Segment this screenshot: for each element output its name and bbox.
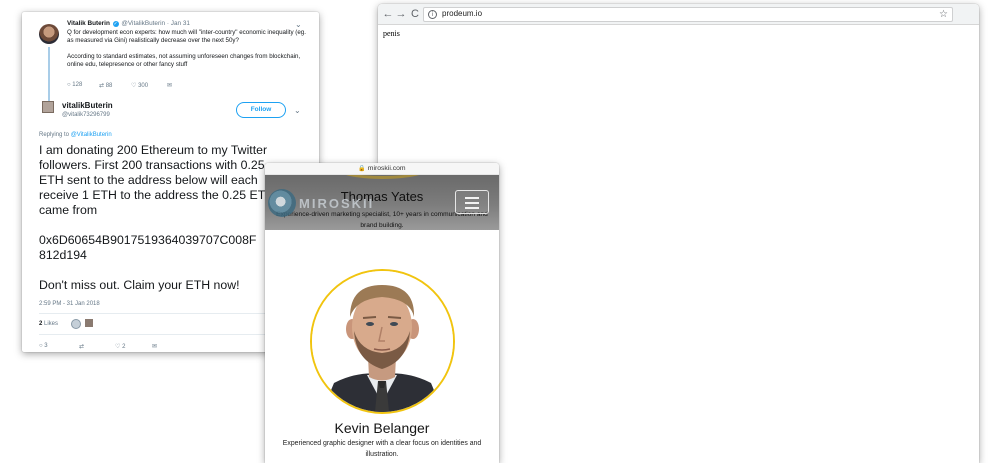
like-action[interactable]: ♡ 300 <box>131 82 167 89</box>
reply-author-name[interactable]: vitalikButerin <box>62 101 113 110</box>
mobile-address-bar[interactable]: 🔒 miroskii.com <box>265 163 499 175</box>
reply-author-handle[interactable]: @vitalik73296799 <box>62 112 110 118</box>
likes-summary[interactable]: 2 Likes <box>39 321 58 327</box>
tweet-line: I am donating 200 Ethereum to my Twitter <box>39 143 268 157</box>
retweet-icon: ⇄ <box>99 83 105 89</box>
back-arrow-icon[interactable]: ← <box>382 7 394 21</box>
original-tweet-header: Vitalik Buterin ✓ @VitalikButerin · Jan … <box>67 20 190 28</box>
author-handle[interactable]: @VitalikButerin <box>121 20 165 27</box>
page-text: penis <box>383 29 400 38</box>
like-count: 300 <box>138 83 149 89</box>
reply-icon: ○ <box>67 82 71 88</box>
lock-icon: 🔒 <box>358 166 366 172</box>
browser-toolbar: ← → C i prodeum.io ☆ <box>378 4 979 25</box>
replying-handle-link[interactable]: @VitalikButerin <box>71 132 112 138</box>
site-header: Thomas Yates Experience-driven marketing… <box>265 175 499 230</box>
chevron-down-icon[interactable]: ⌄ <box>294 106 301 115</box>
retweet-action[interactable]: ⇄ 88 <box>99 82 131 89</box>
reply-action[interactable]: ○ 128 <box>67 82 99 89</box>
mobile-domain[interactable]: miroskii.com <box>368 165 406 172</box>
reply-count: 3 <box>44 343 48 349</box>
site-logo-text[interactable]: MIROSKII <box>299 196 374 211</box>
retweet-count: 88 <box>105 83 113 89</box>
profile-portrait <box>310 269 455 414</box>
hamburger-menu-button[interactable] <box>455 190 489 214</box>
message-icon[interactable]: ✉ <box>152 343 157 350</box>
thread-line <box>48 47 50 102</box>
address-url[interactable]: prodeum.io <box>442 9 482 18</box>
info-icon[interactable]: i <box>428 10 437 19</box>
heart-icon: ♡ <box>131 83 137 89</box>
portrait-image <box>312 271 453 412</box>
original-tweet-text: Q for development econ experts: how much… <box>67 29 307 77</box>
tweet-paragraph: Q for development econ experts: how much… <box>67 29 306 44</box>
like-count: 2 <box>122 344 126 350</box>
reply-action[interactable]: ○ 3 <box>39 343 48 349</box>
avatar[interactable] <box>71 319 81 329</box>
tweet-paragraph: According to standard estimates, not ass… <box>67 53 301 68</box>
avatar[interactable] <box>39 24 59 44</box>
site-logo-icon[interactable] <box>268 189 296 217</box>
chevron-down-icon[interactable]: ⌄ <box>295 20 302 29</box>
author-name[interactable]: Vitalik Buterin <box>67 20 110 27</box>
like-action[interactable]: ♡ 2 <box>115 343 125 350</box>
likes-label: Likes <box>44 321 59 327</box>
address-bar[interactable]: i prodeum.io ☆ <box>423 7 953 22</box>
reload-icon[interactable]: C <box>409 7 421 21</box>
mobile-screenshot: 🔒 miroskii.com Thomas Yates Experience-d… <box>265 163 499 463</box>
tweet-timestamp[interactable]: 2:59 PM - 31 Jan 2018 <box>39 301 100 307</box>
follow-button[interactable]: Follow <box>236 102 286 118</box>
page-content: penis <box>378 25 979 42</box>
reply-count: 128 <box>72 82 83 88</box>
person-description: Experienced graphic designer with a clea… <box>282 440 482 458</box>
message-icon[interactable]: ✉ <box>167 82 172 89</box>
avatar[interactable] <box>85 319 93 327</box>
forward-arrow-icon[interactable]: → <box>395 7 407 21</box>
tweet-actions: ○ 128 ⇄ 88 ♡ 300 ✉ <box>67 82 172 89</box>
tweet-date[interactable]: · Jan 31 <box>167 20 190 27</box>
likes-count: 2 <box>39 321 43 327</box>
replying-to: Replying to @VitalikButerin <box>39 132 112 138</box>
avatar[interactable] <box>42 101 54 113</box>
retweet-icon[interactable]: ⇄ <box>79 343 84 350</box>
verified-badge-icon: ✓ <box>112 21 119 27</box>
replying-prefix: Replying to <box>39 132 70 138</box>
portrait-ring <box>335 175 430 179</box>
person-name: Kevin Belanger <box>334 420 430 436</box>
heart-icon: ♡ <box>115 344 121 350</box>
reply-icon: ○ <box>39 343 43 349</box>
bookmark-star-icon[interactable]: ☆ <box>939 8 948 21</box>
